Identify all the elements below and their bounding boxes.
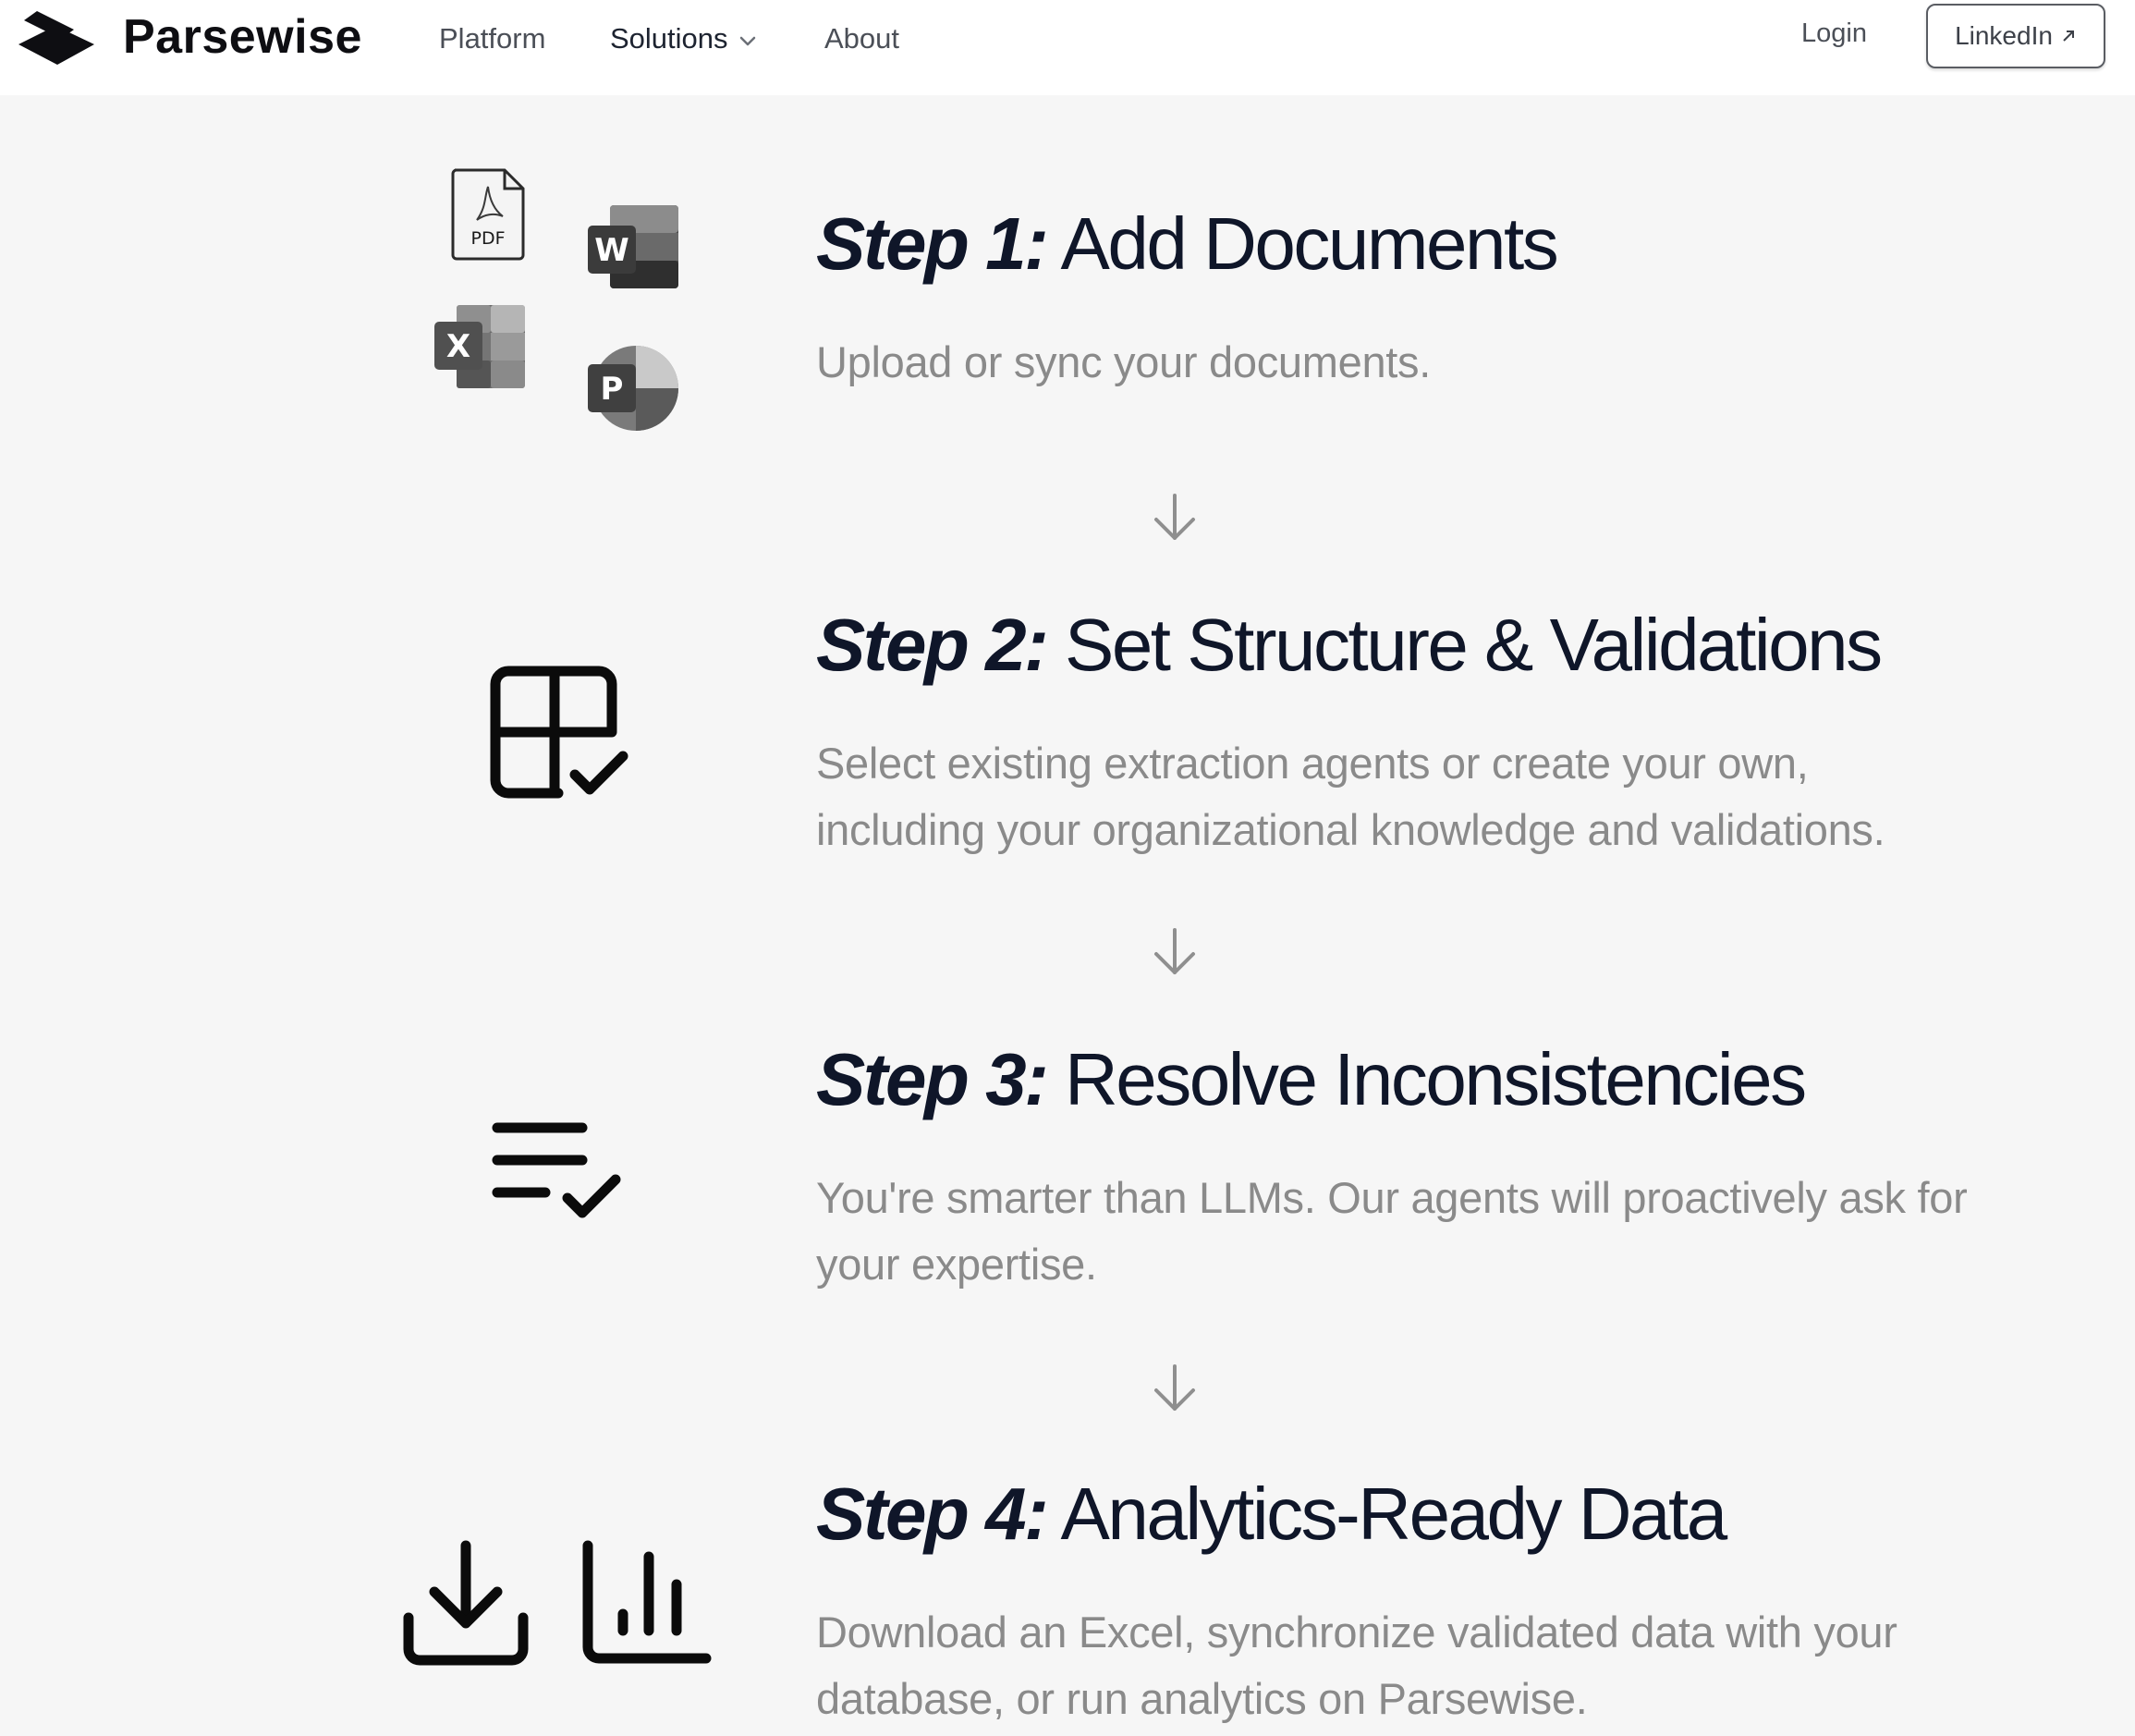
nav-link-solutions-label: Solutions	[610, 22, 728, 55]
step-2-title: Step 2: Set Structure & Validations	[816, 603, 1883, 688]
step-4-description: Download an Excel, synchronize validated…	[816, 1608, 1897, 1723]
nav-link-platform[interactable]: Platform	[439, 22, 545, 55]
brand-name[interactable]: Parsewise	[123, 9, 362, 65]
step-4-heading: Analytics-Ready Data	[1060, 1473, 1728, 1555]
powerpoint-icon: P	[588, 346, 678, 431]
step-3-label: Step 3:	[816, 1038, 1049, 1120]
external-link-arrow-icon	[2063, 31, 2074, 42]
step-2-heading: Set Structure & Validations	[1064, 604, 1883, 686]
step-3-description: You're smarter than LLMs. Our agents wil…	[816, 1173, 1968, 1289]
linkedin-button[interactable]: LinkedIn	[1926, 4, 2105, 68]
step-4-title: Step 4: Analytics-Ready Data	[816, 1472, 1728, 1557]
download-icon	[403, 1540, 529, 1666]
step-1-label: Step 1:	[816, 202, 1049, 285]
word-icon: W	[588, 205, 678, 288]
excel-label: X	[446, 328, 470, 365]
word-label: W	[594, 232, 629, 269]
powerpoint-label: P	[601, 371, 624, 408]
step-1-description: Upload or sync your documents.	[816, 337, 1431, 386]
bar-chart-icon	[582, 1540, 712, 1664]
step-1-heading: Add Documents	[1060, 202, 1559, 285]
step-3-heading: Resolve Inconsistencies	[1064, 1038, 1807, 1120]
step-3-title: Step 3: Resolve Inconsistencies	[816, 1037, 1807, 1122]
list-check-icon	[492, 1122, 621, 1218]
step-4-label: Step 4:	[816, 1473, 1049, 1555]
arrow-down-icon	[1154, 928, 1195, 974]
step-2-description: Select existing extraction agents or cre…	[816, 739, 1885, 854]
step-1-title: Step 1: Add Documents	[816, 202, 1559, 287]
arrow-down-icon	[1154, 494, 1195, 540]
excel-icon: X	[434, 305, 525, 388]
login-link[interactable]: Login	[1801, 18, 1867, 49]
nav-link-about[interactable]: About	[824, 22, 899, 55]
chevron-down-icon	[739, 36, 755, 46]
arrow-down-icon	[1154, 1364, 1195, 1411]
nav-link-solutions[interactable]: Solutions	[610, 22, 758, 55]
pdf-file-icon: PDF	[451, 168, 525, 261]
top-navigation: Parsewise Platform Solutions About Login…	[0, 0, 2135, 95]
parsewise-logo-icon[interactable]	[17, 7, 98, 68]
pdf-label: PDF	[470, 228, 505, 249]
step-2-label: Step 2:	[816, 604, 1049, 686]
linkedin-label: LinkedIn	[1955, 21, 2053, 50]
table-check-icon	[490, 666, 628, 799]
